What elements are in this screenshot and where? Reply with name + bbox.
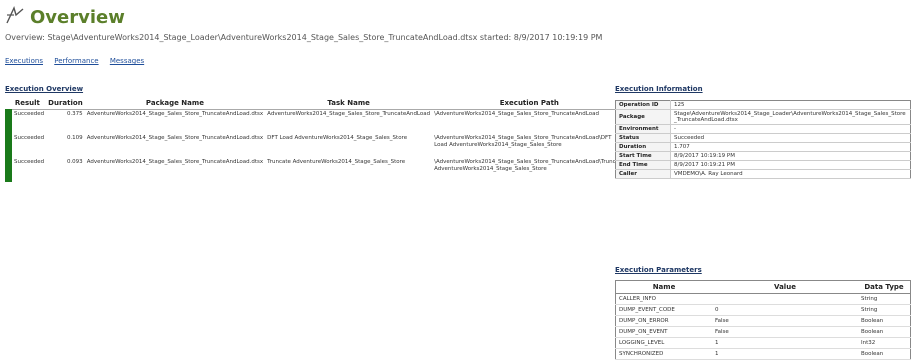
info-row: Status Succeeded (615, 133, 911, 143)
execution-information-table: Operation ID 125 Package Stage\AdventureWo… (615, 100, 911, 179)
param-name: DUMP_ON_EVENT (615, 326, 712, 338)
duration-cell: 0.093 (66, 159, 83, 165)
table-row: LOGGING_LEVEL 1 Int32 (615, 337, 911, 349)
param-value: 1 (712, 337, 858, 349)
info-value: VMDEMO\A. Ray Leonard (670, 169, 911, 179)
task-cell: AdventureWorks2014_Stage_Sales_Store_Tru… (267, 111, 431, 117)
table-row: SYNCHRONIZED 1 Boolean (615, 348, 911, 360)
info-key: Operation ID (615, 100, 671, 110)
col-execution-path[interactable]: Execution Path (432, 97, 627, 110)
col-package-name[interactable]: Package Name (84, 97, 266, 110)
execution-parameters-title: Execution Parameters (615, 266, 702, 274)
table-row: DUMP_EVENT_CODE 0 String (615, 304, 911, 316)
info-key: Status (615, 133, 671, 143)
col-param-value[interactable]: Value (712, 280, 858, 294)
duration-cell: 0.375 (66, 111, 83, 117)
param-value: 1 (712, 348, 858, 360)
param-type: Boolean (858, 348, 911, 360)
param-name: SYNCHRONIZED (615, 348, 712, 360)
param-type: Int32 (858, 337, 911, 349)
execution-parameters-table: Name Value Data Type CALLER_INFO String D… (615, 280, 911, 360)
result-cell: Succeeded (5, 158, 47, 182)
info-row: Start Time 8/9/2017 10:19:19 PM (615, 151, 911, 161)
info-value: Succeeded (670, 133, 911, 143)
info-value: 125 (670, 100, 911, 110)
duration-cell: 0.109 (66, 135, 83, 141)
info-value: 8/9/2017 10:19:19 PM (670, 151, 911, 161)
report-tabs: Executions Performance Messages (5, 57, 153, 65)
package-cell: AdventureWorks2014_Stage_Sales_Store_Tru… (86, 135, 264, 141)
info-key: Caller (615, 169, 671, 179)
param-value (712, 293, 858, 305)
result-cell: Succeeded (5, 109, 47, 134)
table-row[interactable]: Succeeded 0.093 AdventureWorks2014_Stage… (5, 158, 627, 182)
param-value: False (712, 315, 858, 327)
info-row: Operation ID 125 (615, 100, 911, 110)
table-header-row: Name Value Data Type (615, 280, 911, 294)
param-name: CALLER_INFO (615, 293, 712, 305)
overview-chart-icon (6, 6, 24, 24)
package-cell: AdventureWorks2014_Stage_Sales_Store_Tru… (86, 111, 264, 117)
col-task-name[interactable]: Task Name (265, 97, 433, 110)
page-title: Overview (30, 7, 125, 28)
info-value: - (670, 124, 911, 134)
param-type: Boolean (858, 315, 911, 327)
table-row: CALLER_INFO String (615, 293, 911, 305)
info-row: End Time 8/9/2017 10:19:21 PM (615, 160, 911, 170)
info-value: 1.707 (670, 142, 911, 152)
tab-messages[interactable]: Messages (110, 57, 144, 65)
tab-performance[interactable]: Performance (54, 57, 98, 65)
param-name: DUMP_EVENT_CODE (615, 304, 712, 316)
execution-overview-table: Result Duration Package Name Task Name E… (5, 97, 627, 182)
path-cell: \AdventureWorks2014_Stage_Sales_Store_Tr… (434, 159, 625, 173)
param-name: LOGGING_LEVEL (615, 337, 712, 349)
table-row[interactable]: Succeeded 0.375 AdventureWorks2014_Stage… (5, 109, 627, 134)
table-row: DUMP_ON_EVENT False Boolean (615, 326, 911, 338)
path-cell: \AdventureWorks2014_Stage_Sales_Store_Tr… (434, 111, 599, 117)
param-type: Boolean (858, 326, 911, 338)
task-cell: Truncate AdventureWorks2014_Stage_Sales_… (267, 159, 406, 165)
result-cell: Succeeded (5, 134, 47, 158)
param-value: 0 (712, 304, 858, 316)
execution-information-title: Execution Information (615, 85, 703, 93)
tab-executions[interactable]: Executions (5, 57, 43, 65)
col-duration[interactable]: Duration (46, 97, 85, 110)
col-param-type[interactable]: Data Type (858, 280, 911, 294)
param-value: False (712, 326, 858, 338)
execution-overview-title: Execution Overview (5, 85, 84, 93)
info-value: 8/9/2017 10:19:21 PM (670, 160, 911, 170)
table-row: DUMP_ON_ERROR False Boolean (615, 315, 911, 327)
task-cell: DFT Load AdventureWorks2014_Stage_Sales_… (267, 135, 408, 141)
info-value: Stage\AdventureWorks2014_Stage_Loader\Ad… (670, 109, 911, 125)
col-result[interactable]: Result (8, 97, 47, 110)
package-cell: AdventureWorks2014_Stage_Sales_Store_Tru… (86, 159, 264, 165)
col-param-name[interactable]: Name (615, 280, 712, 294)
info-row: Environment - (615, 124, 911, 134)
param-type: String (858, 293, 911, 305)
page-subtitle: Overview: Stage\AdventureWorks2014_Stage… (5, 33, 603, 42)
info-key: End Time (615, 160, 671, 170)
table-header-row: Result Duration Package Name Task Name E… (8, 97, 627, 110)
table-row[interactable]: Succeeded 0.109 AdventureWorks2014_Stage… (5, 134, 627, 158)
path-cell: \AdventureWorks2014_Stage_Sales_Store_Tr… (434, 135, 612, 149)
info-key: Duration (615, 142, 671, 152)
param-type: String (858, 304, 911, 316)
info-key: Start Time (615, 151, 671, 161)
param-name: DUMP_ON_ERROR (615, 315, 712, 327)
info-key: Package (615, 109, 671, 125)
info-key: Environment (615, 124, 671, 134)
info-row: Package Stage\AdventureWorks2014_Stage_Lo… (615, 109, 911, 125)
info-row: Caller VMDEMO\A. Ray Leonard (615, 169, 911, 179)
info-row: Duration 1.707 (615, 142, 911, 152)
